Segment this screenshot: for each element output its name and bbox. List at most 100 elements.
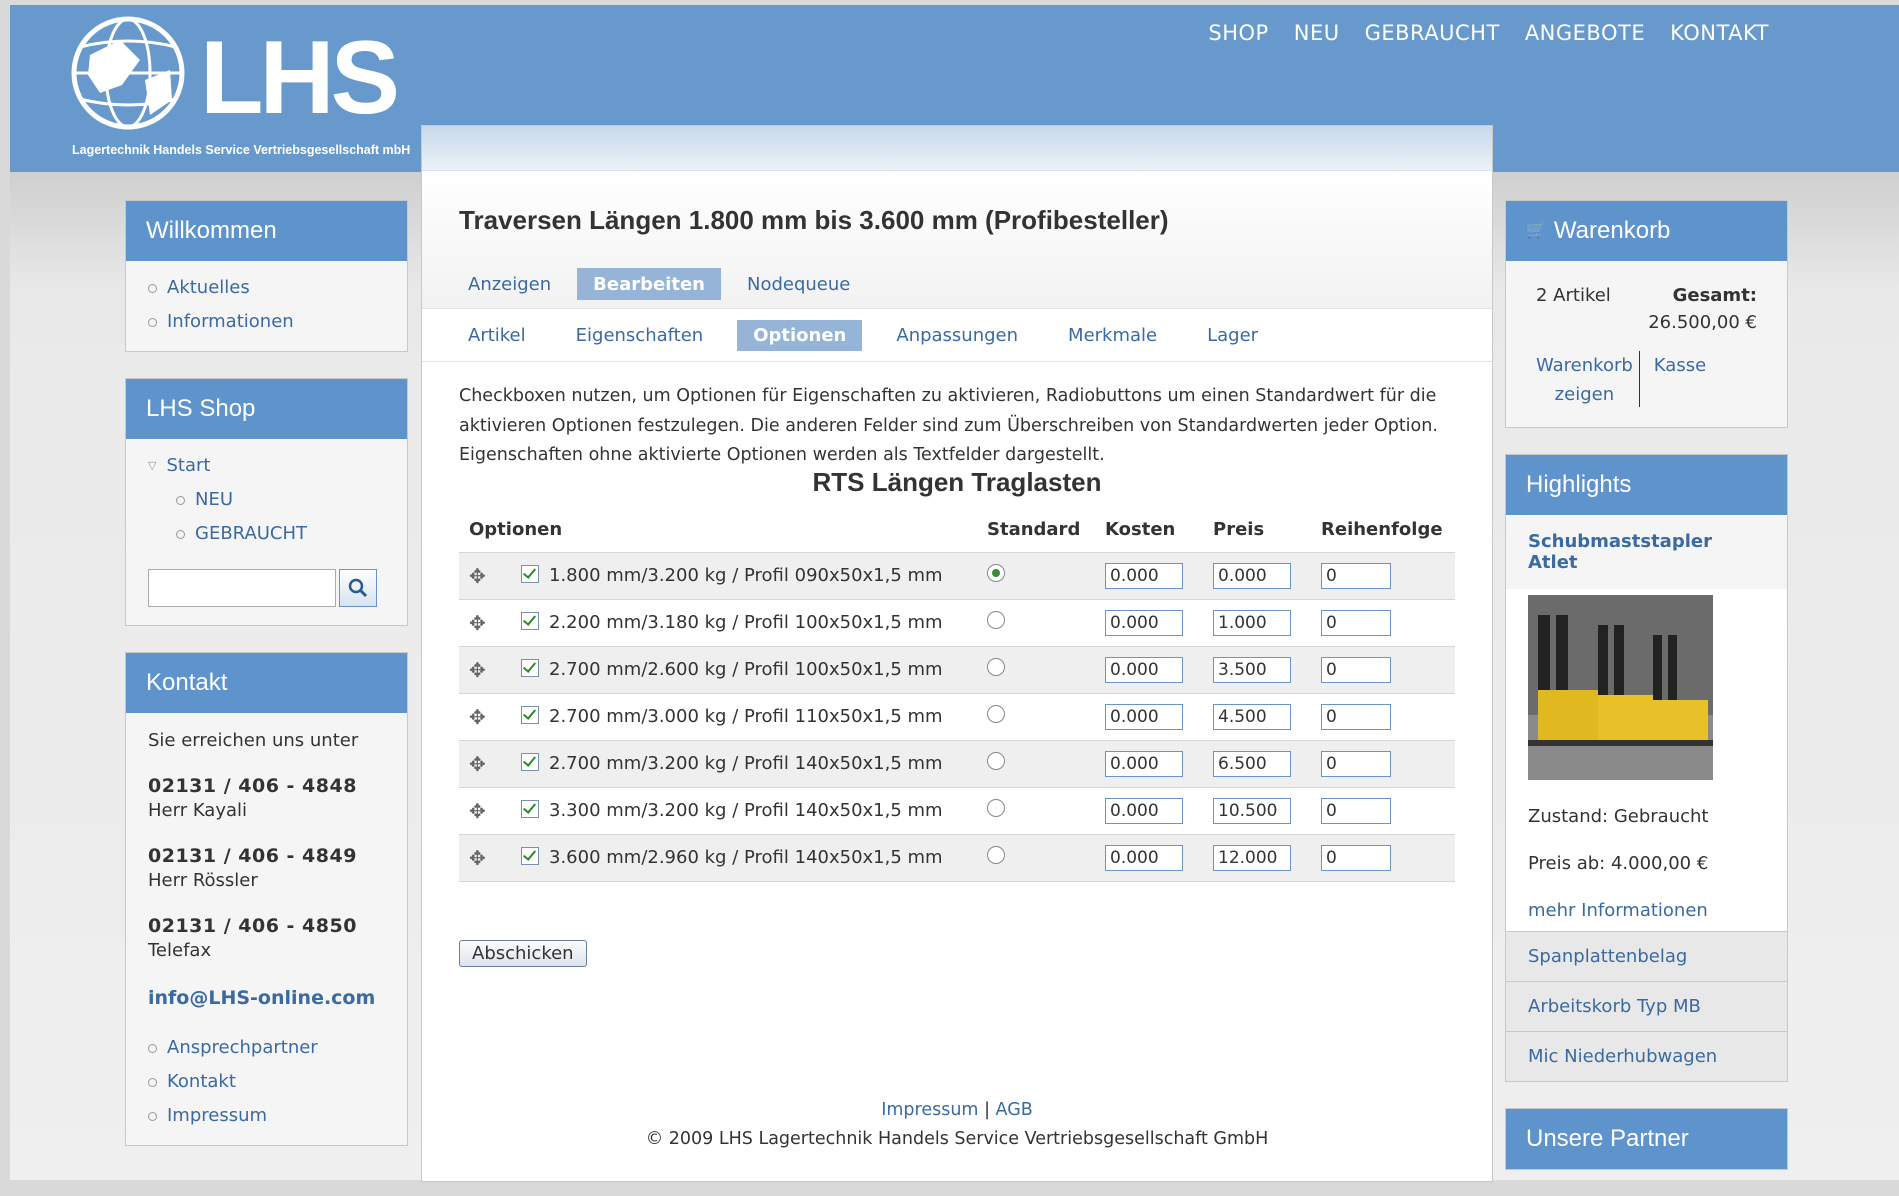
order-input[interactable]: 0 — [1321, 609, 1391, 636]
preis-input[interactable]: 1.000 — [1213, 609, 1291, 636]
drag-handle-icon[interactable]: ✥ — [469, 564, 486, 588]
kosten-input[interactable]: 0.000 — [1105, 797, 1183, 824]
highlight-list-item[interactable]: Mic Niederhubwagen — [1506, 1031, 1787, 1081]
sidebar-item-start[interactable]: ▽ Start — [148, 449, 385, 483]
preis-input[interactable]: 0.000 — [1213, 562, 1291, 589]
order-input[interactable]: 0 — [1321, 656, 1391, 683]
default-radio[interactable] — [987, 752, 1005, 770]
sidebar-item-label: Ansprechpartner — [167, 1037, 318, 1058]
drag-handle-icon[interactable]: ✥ — [469, 799, 486, 823]
order-input[interactable]: 0 — [1321, 797, 1391, 824]
search-button[interactable] — [339, 569, 377, 607]
option-checkbox[interactable] — [521, 565, 539, 583]
page-title: Traversen Längen 1.800 mm bis 3.600 mm (… — [459, 205, 1169, 235]
option-checkbox[interactable] — [521, 753, 539, 771]
highlight-list-item[interactable]: Arbeitskorb Typ MB — [1506, 981, 1787, 1031]
order-input[interactable]: 0 — [1321, 844, 1391, 871]
sidebar-item-neu[interactable]: NEU — [148, 483, 385, 517]
nav-angebote[interactable]: ANGEBOTE — [1525, 21, 1645, 45]
default-radio[interactable] — [987, 564, 1005, 582]
option-checkbox[interactable] — [521, 612, 539, 630]
default-radio[interactable] — [987, 611, 1005, 629]
drag-handle-icon[interactable]: ✥ — [469, 752, 486, 776]
preis-input[interactable]: 4.500 — [1213, 703, 1291, 730]
footer-agb-link[interactable]: AGB — [996, 1100, 1033, 1120]
footer: Impressum | AGB © 2009 LHS Lagertechnik … — [422, 1096, 1492, 1154]
kosten-input[interactable]: 0.000 — [1105, 844, 1183, 871]
highlight-item-title[interactable]: Schubmaststapler Atlet — [1506, 515, 1787, 589]
option-checkbox[interactable] — [521, 800, 539, 818]
show-cart-link[interactable]: Warenkorb zeigen — [1536, 351, 1633, 409]
order-input[interactable]: 0 — [1321, 562, 1391, 589]
kosten-input[interactable]: 0.000 — [1105, 750, 1183, 777]
nav-gebraucht[interactable]: GEBRAUCHT — [1365, 21, 1500, 45]
cart-divider — [1638, 351, 1640, 407]
column-header: Optionen — [469, 519, 563, 540]
sidebar-item-aktuelles[interactable]: Aktuelles — [148, 271, 385, 305]
option-checkbox[interactable] — [521, 706, 539, 724]
tab-optionen[interactable]: Optionen — [737, 319, 863, 351]
bullet-icon — [148, 1111, 157, 1121]
sidebar-item-label: GEBRAUCHT — [195, 523, 308, 544]
column-header: Preis — [1213, 519, 1265, 540]
default-radio[interactable] — [987, 658, 1005, 676]
tab-eigenschaften[interactable]: Eigenschaften — [560, 320, 720, 351]
option-checkbox[interactable] — [521, 847, 539, 865]
more-info-link[interactable]: mehr Informationen — [1528, 900, 1765, 921]
tab-merkmale[interactable]: Merkmale — [1052, 320, 1173, 351]
sidebar-item-impressum[interactable]: Impressum — [148, 1099, 385, 1133]
tab-bearbeiten[interactable]: Bearbeiten — [577, 268, 721, 300]
tab-nodequeue[interactable]: Nodequeue — [731, 268, 866, 300]
tab-artikel[interactable]: Artikel — [452, 320, 542, 351]
footer-impressum-link[interactable]: Impressum — [881, 1100, 978, 1120]
preis-input[interactable]: 12.000 — [1213, 844, 1291, 871]
highlight-list-item[interactable]: Spanplattenbelag — [1506, 931, 1787, 981]
order-input[interactable]: 0 — [1321, 703, 1391, 730]
tab-lager[interactable]: Lager — [1191, 320, 1274, 351]
email-link[interactable]: info@LHS-online.com — [148, 987, 385, 1009]
kosten-input[interactable]: 0.000 — [1105, 609, 1183, 636]
preis-input[interactable]: 10.500 — [1213, 797, 1291, 824]
highlights-title: Highlights — [1506, 455, 1787, 515]
nav-shop[interactable]: SHOP — [1208, 21, 1268, 45]
tab-anzeigen[interactable]: Anzeigen — [452, 268, 567, 300]
contact-box: Kontakt Sie erreichen uns unter 02131 / … — [125, 652, 408, 1146]
drag-handle-icon[interactable]: ✥ — [469, 705, 486, 729]
cart-title: Warenkorb — [1553, 217, 1671, 244]
sidebar-item-ansprechpartner[interactable]: Ansprechpartner — [148, 1031, 385, 1065]
nav-neu[interactable]: NEU — [1294, 21, 1340, 45]
table-row: ✥ 2.200 mm/3.180 kg / Profil 100x50x1,5 … — [459, 598, 1455, 646]
preis-input[interactable]: 6.500 — [1213, 750, 1291, 777]
option-checkbox[interactable] — [521, 659, 539, 677]
submit-button[interactable]: Abschicken — [459, 939, 587, 967]
bullet-icon — [148, 317, 157, 327]
search-input[interactable] — [148, 569, 336, 607]
sidebar-item-kontakt[interactable]: Kontakt — [148, 1065, 385, 1099]
drag-handle-icon[interactable]: ✥ — [469, 658, 486, 682]
nav-kontakt[interactable]: KONTAKT — [1670, 21, 1769, 45]
checkout-link[interactable]: Kasse — [1654, 351, 1706, 409]
product-image[interactable] — [1528, 595, 1713, 780]
sidebar-item-gebraucht[interactable]: GEBRAUCHT — [148, 517, 385, 551]
table-row: ✥ 3.600 mm/2.960 kg / Profil 140x50x1,5 … — [459, 833, 1455, 882]
footer-separator: | — [984, 1100, 990, 1120]
kosten-input[interactable]: 0.000 — [1105, 703, 1183, 730]
order-input[interactable]: 0 — [1321, 750, 1391, 777]
sidebar-item-informationen[interactable]: Informationen — [148, 305, 385, 339]
option-label: 2.200 mm/3.180 kg / Profil 100x50x1,5 mm — [549, 612, 943, 633]
main-top-bar — [422, 126, 1492, 171]
bullet-icon — [148, 283, 157, 293]
kosten-input[interactable]: 0.000 — [1105, 656, 1183, 683]
site-logo[interactable]: LHS Lagertechnik Handels Service Vertrie… — [60, 15, 420, 165]
tab-anpassungen[interactable]: Anpassungen — [880, 320, 1034, 351]
default-radio[interactable] — [987, 799, 1005, 817]
contact-title: Kontakt — [126, 653, 407, 713]
logo-subtitle: Lagertechnik Handels Service Vertriebsge… — [72, 143, 411, 157]
default-radio[interactable] — [987, 705, 1005, 723]
kosten-input[interactable]: 0.000 — [1105, 562, 1183, 589]
preis-input[interactable]: 3.500 — [1213, 656, 1291, 683]
table-row: ✥ 2.700 mm/3.200 kg / Profil 140x50x1,5 … — [459, 739, 1455, 787]
drag-handle-icon[interactable]: ✥ — [469, 846, 486, 870]
default-radio[interactable] — [987, 846, 1005, 864]
drag-handle-icon[interactable]: ✥ — [469, 611, 486, 635]
